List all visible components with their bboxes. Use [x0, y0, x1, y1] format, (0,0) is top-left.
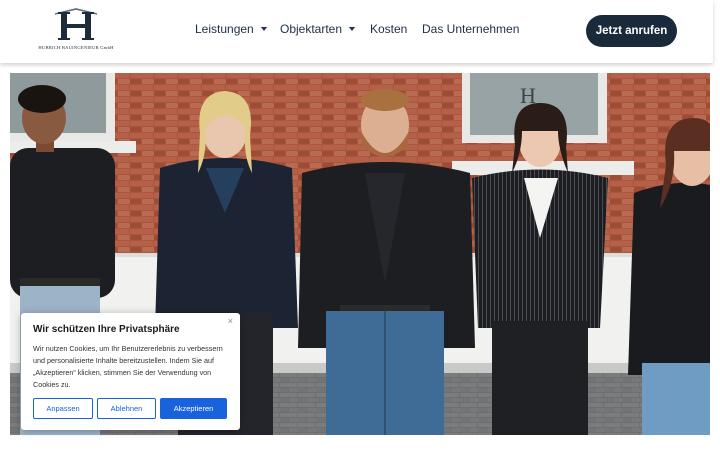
- logo-h-mark-icon: [54, 8, 98, 40]
- call-now-button[interactable]: Jetzt anrufen: [586, 15, 677, 47]
- cookie-consent-banner: × Wir schützen Ihre Privatsphäre Wir nut…: [21, 313, 240, 430]
- nav-leistungen-label: Leistungen: [195, 22, 254, 36]
- cookie-accept-button[interactable]: Akzeptieren: [160, 398, 227, 419]
- nav-leistungen[interactable]: Leistungen: [195, 22, 267, 36]
- close-icon[interactable]: ×: [228, 316, 233, 326]
- cookie-description: Wir nutzen Cookies, um Ihr Benutzererleb…: [33, 344, 223, 389]
- chevron-down-icon: [349, 26, 356, 31]
- nav-das-unternehmen-label: Das Unternehmen: [422, 22, 520, 36]
- cookie-customize-button[interactable]: Anpassen: [33, 398, 93, 419]
- nav-das-unternehmen[interactable]: Das Unternehmen: [422, 22, 519, 36]
- chevron-down-icon: [260, 26, 267, 31]
- site-header: HUBRICH BAUINGENIEUR GmbH Leistungen Obj…: [0, 0, 713, 63]
- nav-objektarten[interactable]: Objektarten: [280, 22, 356, 36]
- nav-kosten[interactable]: Kosten: [370, 22, 407, 36]
- company-logo[interactable]: HUBRICH BAUINGENIEUR GmbH: [36, 6, 116, 56]
- nav-kosten-label: Kosten: [370, 22, 408, 36]
- logo-text: HUBRICH BAUINGENIEUR GmbH: [38, 45, 114, 50]
- nav-objektarten-label: Objektarten: [280, 22, 343, 36]
- cookie-title: Wir schützen Ihre Privatsphäre: [33, 324, 180, 335]
- cookie-reject-button[interactable]: Ablehnen: [97, 398, 156, 419]
